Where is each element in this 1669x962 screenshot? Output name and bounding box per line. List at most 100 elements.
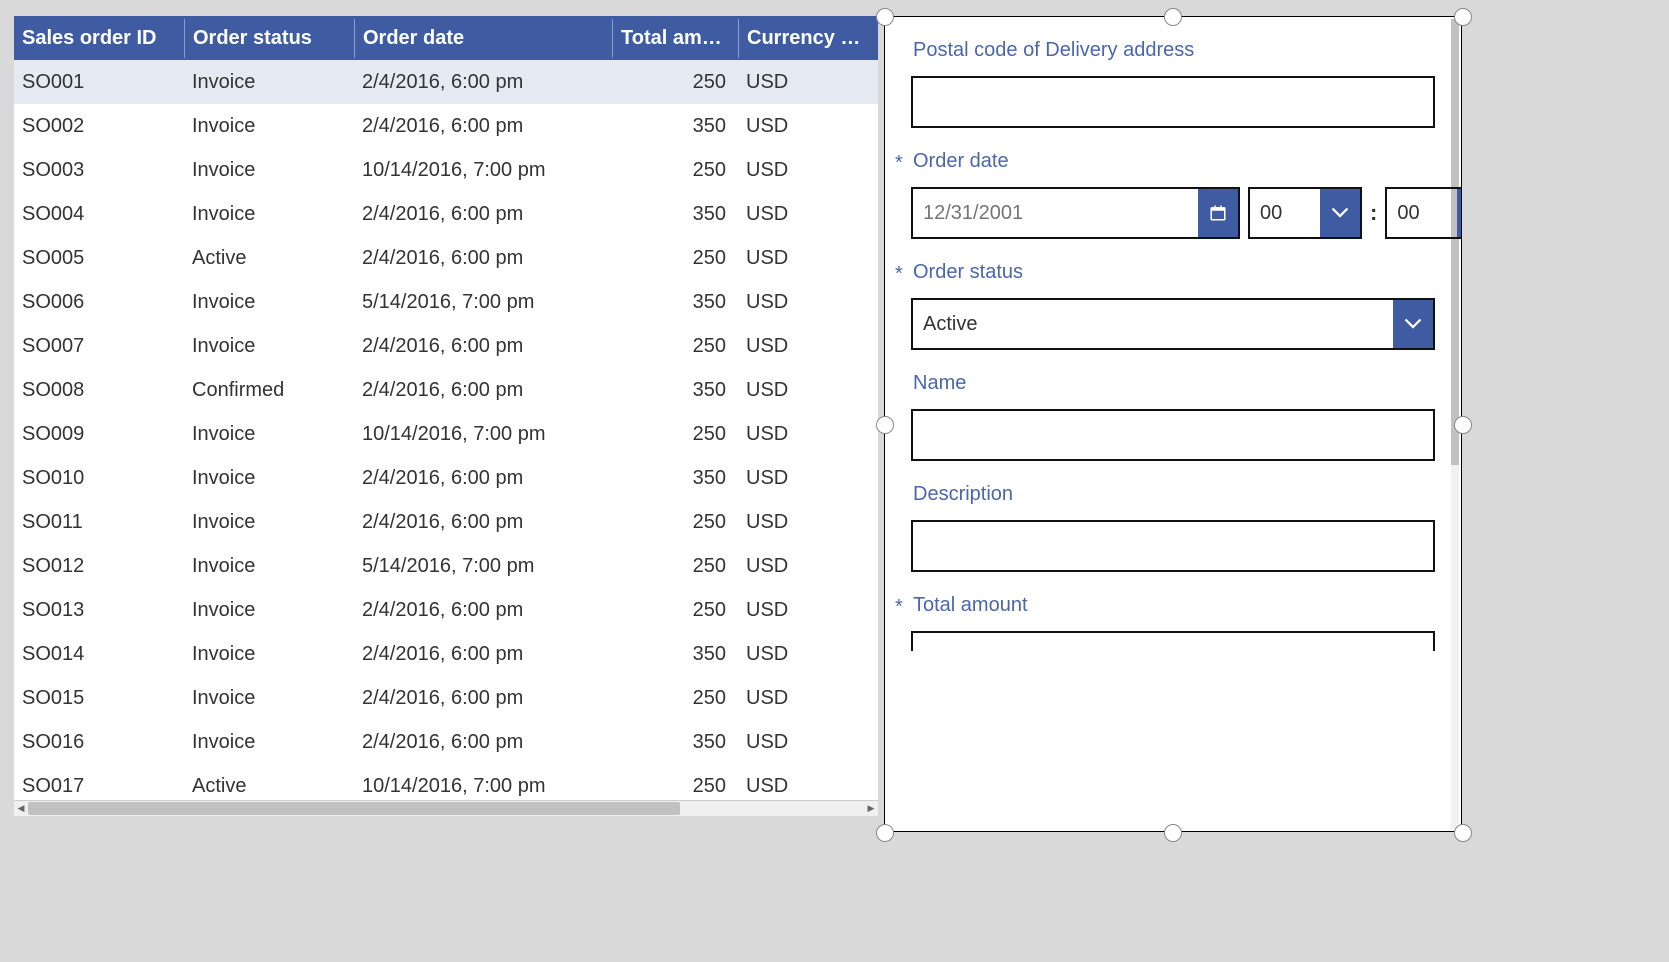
cell-date: 2/4/2016, 6:00 pm — [354, 643, 612, 666]
cell-date: 2/4/2016, 6:00 pm — [354, 379, 612, 402]
table-row[interactable]: SO015Invoice2/4/2016, 6:00 pm250USD — [14, 676, 878, 720]
cell-date: 5/14/2016, 7:00 pm — [354, 555, 612, 578]
minute-input[interactable]: 00 — [1385, 187, 1462, 239]
cell-date: 2/4/2016, 6:00 pm — [354, 731, 612, 754]
resize-handle-w[interactable] — [876, 416, 894, 434]
cell-status: Confirmed — [184, 379, 354, 402]
chevron-down-icon[interactable] — [1320, 189, 1360, 237]
required-mark: * — [895, 152, 903, 175]
order-date-input[interactable] — [911, 187, 1240, 239]
table-row[interactable]: SO016Invoice2/4/2016, 6:00 pm350USD — [14, 720, 878, 764]
table-row[interactable]: SO011Invoice2/4/2016, 6:00 pm250USD — [14, 500, 878, 544]
resize-handle-s[interactable] — [1164, 824, 1182, 842]
chevron-down-icon[interactable] — [1393, 300, 1433, 348]
minute-value: 00 — [1387, 189, 1457, 237]
cell-currency: USD — [738, 423, 878, 446]
table-row[interactable]: SO013Invoice2/4/2016, 6:00 pm250USD — [14, 588, 878, 632]
name-input[interactable] — [911, 409, 1435, 461]
resize-handle-e[interactable] — [1454, 416, 1472, 434]
column-header-status[interactable]: Order status — [184, 19, 354, 58]
table-row[interactable]: SO008Confirmed2/4/2016, 6:00 pm350USD — [14, 368, 878, 412]
cell-amount: 350 — [612, 643, 738, 666]
cell-amount: 250 — [612, 511, 738, 534]
resize-handle-se[interactable] — [1454, 824, 1472, 842]
total-amount-label: Total amount — [911, 594, 1028, 616]
cell-currency: USD — [738, 511, 878, 534]
total-amount-input[interactable] — [911, 631, 1435, 651]
cell-status: Invoice — [184, 467, 354, 490]
cell-id: SO003 — [14, 159, 184, 182]
calendar-icon[interactable] — [1198, 189, 1238, 237]
order-date-text[interactable] — [913, 189, 1198, 237]
table-row[interactable]: SO001Invoice2/4/2016, 6:00 pm250USD — [14, 60, 878, 104]
scroll-right-icon[interactable]: ▶ — [864, 801, 878, 816]
table-row[interactable]: SO003Invoice10/14/2016, 7:00 pm250USD — [14, 148, 878, 192]
cell-id: SO007 — [14, 335, 184, 358]
description-input[interactable] — [911, 520, 1435, 572]
cell-currency: USD — [738, 71, 878, 94]
table-header-row: Sales order ID Order status Order date T… — [14, 16, 878, 60]
column-header-currency[interactable]: Currency of T — [738, 19, 878, 58]
cell-status: Active — [184, 247, 354, 270]
table-row[interactable]: SO005Active2/4/2016, 6:00 pm250USD — [14, 236, 878, 280]
column-header-amount[interactable]: Total amo... — [612, 19, 738, 58]
cell-currency: USD — [738, 335, 878, 358]
order-date-label: Order date — [911, 150, 1009, 172]
order-status-label: Order status — [911, 261, 1023, 283]
table-row[interactable]: SO012Invoice5/14/2016, 7:00 pm250USD — [14, 544, 878, 588]
cell-date: 2/4/2016, 6:00 pm — [354, 247, 612, 270]
resize-handle-nw[interactable] — [876, 8, 894, 26]
cell-status: Active — [184, 775, 354, 798]
cell-currency: USD — [738, 247, 878, 270]
cell-amount: 250 — [612, 775, 738, 798]
cell-amount: 250 — [612, 71, 738, 94]
horizontal-scroll-thumb[interactable] — [28, 802, 680, 815]
cell-amount: 250 — [612, 599, 738, 622]
cell-id: SO002 — [14, 115, 184, 138]
table-row[interactable]: SO007Invoice2/4/2016, 6:00 pm250USD — [14, 324, 878, 368]
cell-currency: USD — [738, 775, 878, 798]
scroll-left-icon[interactable]: ◀ — [14, 801, 28, 816]
chevron-down-icon[interactable] — [1457, 189, 1462, 237]
table-row[interactable]: SO006Invoice5/14/2016, 7:00 pm350USD — [14, 280, 878, 324]
cell-id: SO009 — [14, 423, 184, 446]
cell-status: Invoice — [184, 643, 354, 666]
horizontal-scrollbar[interactable]: ◀ ▶ — [14, 800, 878, 816]
cell-amount: 250 — [612, 555, 738, 578]
cell-status: Invoice — [184, 335, 354, 358]
postal-code-input[interactable] — [911, 76, 1435, 128]
table-body[interactable]: SO001Invoice2/4/2016, 6:00 pm250USDSO002… — [14, 60, 878, 800]
table-row[interactable]: SO002Invoice2/4/2016, 6:00 pm350USD — [14, 104, 878, 148]
required-mark: * — [895, 263, 903, 286]
cell-currency: USD — [738, 555, 878, 578]
resize-handle-ne[interactable] — [1454, 8, 1472, 26]
column-header-id[interactable]: Sales order ID — [14, 19, 184, 58]
cell-id: SO005 — [14, 247, 184, 270]
order-status-value: Active — [913, 300, 1393, 348]
cell-date: 2/4/2016, 6:00 pm — [354, 687, 612, 710]
cell-date: 2/4/2016, 6:00 pm — [354, 511, 612, 534]
table-row[interactable]: SO014Invoice2/4/2016, 6:00 pm350USD — [14, 632, 878, 676]
cell-id: SO017 — [14, 775, 184, 798]
cell-status: Invoice — [184, 731, 354, 754]
form-scroll-thumb[interactable] — [1451, 19, 1459, 465]
resize-handle-sw[interactable] — [876, 824, 894, 842]
required-mark: * — [895, 596, 903, 619]
table-row[interactable]: SO017Active10/14/2016, 7:00 pm250USD — [14, 764, 878, 800]
cell-amount: 350 — [612, 291, 738, 314]
cell-amount: 350 — [612, 115, 738, 138]
cell-date: 2/4/2016, 6:00 pm — [354, 71, 612, 94]
cell-status: Invoice — [184, 203, 354, 226]
detail-form-panel[interactable]: Postal code of Delivery address * Order … — [884, 16, 1462, 832]
cell-status: Invoice — [184, 687, 354, 710]
hour-input[interactable]: 00 — [1248, 187, 1362, 239]
table-row[interactable]: SO004Invoice2/4/2016, 6:00 pm350USD — [14, 192, 878, 236]
cell-currency: USD — [738, 731, 878, 754]
cell-date: 2/4/2016, 6:00 pm — [354, 203, 612, 226]
table-row[interactable]: SO010Invoice2/4/2016, 6:00 pm350USD — [14, 456, 878, 500]
cell-id: SO008 — [14, 379, 184, 402]
resize-handle-n[interactable] — [1164, 8, 1182, 26]
table-row[interactable]: SO009Invoice10/14/2016, 7:00 pm250USD — [14, 412, 878, 456]
column-header-date[interactable]: Order date — [354, 19, 612, 58]
order-status-select[interactable]: Active — [911, 298, 1435, 350]
